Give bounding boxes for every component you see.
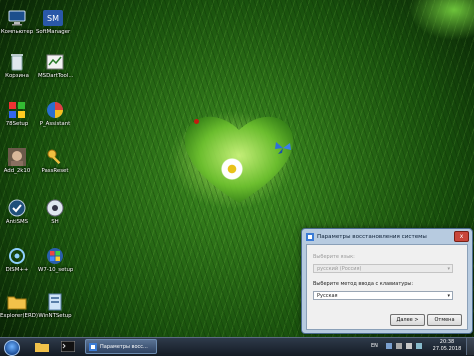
icon-label: MSDartTool... <box>38 73 74 79</box>
winntsetup-icon <box>45 292 65 312</box>
icon-label: Корзина <box>5 73 29 79</box>
w7setup-icon <box>45 246 65 266</box>
dialog-title: Параметры восстановления системы <box>317 234 427 240</box>
network-icon <box>396 343 402 349</box>
chevron-down-icon: ▾ <box>447 293 450 299</box>
start-button[interactable] <box>4 340 20 356</box>
recovery-app-icon <box>306 233 314 241</box>
butterfly <box>275 142 291 154</box>
sh-icon <box>45 198 65 218</box>
add2k10-icon <box>7 147 27 167</box>
flag-icon <box>386 343 392 349</box>
language-indicator[interactable]: EN <box>371 343 378 349</box>
desktop-icon-computer[interactable]: Компьютер <box>0 8 34 36</box>
icon-label: Add_2k10 <box>3 168 31 174</box>
icon-label: Компьютер <box>0 29 34 35</box>
tray-icons <box>386 343 422 349</box>
chevron-down-icon: ▾ <box>447 266 450 272</box>
icon-label: P_Assistant <box>39 121 71 127</box>
recovery-app-icon <box>89 342 97 351</box>
desktop-icon-p-assistant[interactable]: P_Assistant <box>38 100 72 128</box>
desktop-icon-recycle-bin[interactable]: Корзина <box>0 52 34 80</box>
recycle-bin-icon <box>7 52 27 72</box>
icon-label: AntiSMS <box>5 219 29 225</box>
desktop-icon-softmanager[interactable]: SM SoftManager <box>36 8 70 36</box>
icon-label: 78Setup <box>5 121 29 127</box>
system-clock[interactable]: 20:38 27.05.2018 <box>432 339 462 353</box>
language-value: русский (Россия) <box>317 266 362 272</box>
softmanager-icon: SM <box>43 8 63 28</box>
volume-icon <box>406 343 412 349</box>
recovery-options-dialog: Параметры восстановления системы x Выбер… <box>301 228 473 334</box>
show-desktop-button[interactable] <box>466 338 474 355</box>
dialog-titlebar[interactable]: Параметры восстановления системы <box>306 232 456 242</box>
dism-icon <box>7 246 27 266</box>
monitor-icon <box>416 343 422 349</box>
leaf-decoration <box>394 0 474 55</box>
dialog-body: Выберите язык: русский (Россия) ▾ Выбери… <box>306 244 468 330</box>
clock-date: 27.05.2018 <box>432 346 462 352</box>
desktop-icon-sh[interactable]: SH <box>38 198 72 226</box>
icon-label: WinNTSetup <box>38 313 72 319</box>
ladybug <box>194 119 199 124</box>
antisms-icon <box>7 198 27 218</box>
icon-label: SH <box>51 219 59 225</box>
terminal-icon <box>61 341 75 352</box>
language-label: Выберите язык: <box>313 254 355 260</box>
task-label: Параметры восс... <box>100 343 148 350</box>
msdart-icon <box>45 52 65 72</box>
desktop-icon-explorer-erd[interactable]: Explorer(ERD) <box>0 292 38 320</box>
folder-icon <box>35 343 49 352</box>
passreset-icon <box>45 147 65 167</box>
close-button[interactable]: x <box>454 231 469 242</box>
desktop-icon-winntsetup[interactable]: WinNTSetup <box>38 292 72 320</box>
language-select: русский (Россия) ▾ <box>313 264 453 273</box>
explorer-erd-icon <box>7 292 27 312</box>
partition-assistant-icon <box>45 100 65 120</box>
keyboard-value: Русская <box>317 293 338 299</box>
cancel-button[interactable]: Отмена <box>427 314 462 326</box>
desktop-icon-antisms[interactable]: AntiSMS <box>0 198 34 226</box>
desktop-icon-w7setup[interactable]: W7-10_setup <box>38 246 74 274</box>
next-button[interactable]: Далее > <box>390 314 425 326</box>
computer-icon <box>7 8 27 28</box>
svg-text:SM: SM <box>47 14 59 23</box>
taskbar-cmd-button[interactable] <box>58 339 78 354</box>
keyboard-select[interactable]: Русская ▾ <box>313 291 453 300</box>
clock-time: 20:38 <box>439 339 455 345</box>
icon-label: PassReset <box>41 168 69 174</box>
desktop-icon-dism[interactable]: DISM++ <box>0 246 34 274</box>
icon-label: Explorer(ERD) <box>0 313 38 319</box>
setup-icon <box>7 100 27 120</box>
taskbar-task-recovery[interactable]: Параметры восс... <box>85 339 157 354</box>
icon-label: W7-10_setup <box>38 267 74 273</box>
desktop-icon-78setup[interactable]: 78Setup <box>0 100 34 128</box>
desktop-icon-add2k10[interactable]: Add_2k10 <box>0 147 34 175</box>
taskbar-explorer-button[interactable] <box>32 339 52 354</box>
icon-label: SoftManager <box>36 29 71 35</box>
daisy-flower <box>221 158 243 180</box>
icon-label: DISM++ <box>5 267 29 273</box>
keyboard-label: Выберите метод ввода с клавиатуры: <box>313 281 414 287</box>
desktop-icon-passreset[interactable]: PassReset <box>38 147 72 175</box>
desktop-icon-msdart[interactable]: MSDartTool... <box>38 52 74 80</box>
